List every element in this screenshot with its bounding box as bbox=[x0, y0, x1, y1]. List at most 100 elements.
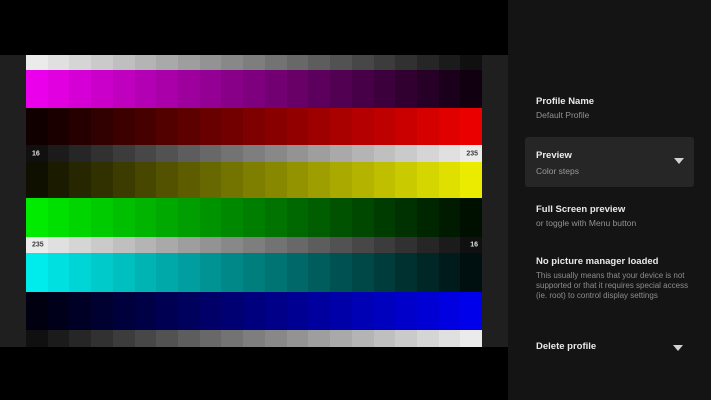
delete-profile-button[interactable]: Delete profile bbox=[536, 341, 596, 352]
color-step bbox=[287, 162, 309, 198]
color-step bbox=[395, 237, 417, 253]
color-steps-pattern: 16235 23516 bbox=[26, 55, 482, 347]
color-step bbox=[26, 198, 48, 237]
color-step bbox=[460, 292, 482, 330]
pattern-value-label: 235 bbox=[466, 150, 478, 157]
color-step bbox=[26, 108, 48, 145]
color-step bbox=[221, 330, 243, 347]
color-step bbox=[178, 237, 200, 253]
color-step bbox=[265, 145, 287, 162]
color-step bbox=[374, 70, 396, 108]
color-step bbox=[221, 253, 243, 292]
color-step bbox=[48, 145, 70, 162]
pattern-row-cyan bbox=[26, 253, 482, 292]
color-step bbox=[221, 55, 243, 70]
color-step bbox=[460, 162, 482, 198]
color-step bbox=[91, 162, 113, 198]
color-step bbox=[243, 237, 265, 253]
color-step bbox=[69, 55, 91, 70]
color-step bbox=[113, 145, 135, 162]
color-step bbox=[374, 292, 396, 330]
chevron-down-icon bbox=[673, 345, 683, 351]
color-step bbox=[287, 55, 309, 70]
color-step bbox=[308, 108, 330, 145]
fullscreen-preview-button[interactable]: Full Screen preview bbox=[536, 204, 625, 215]
color-step bbox=[26, 292, 48, 330]
color-step bbox=[352, 162, 374, 198]
color-step bbox=[374, 145, 396, 162]
profile-name-label[interactable]: Profile Name bbox=[536, 96, 594, 107]
color-step bbox=[352, 253, 374, 292]
color-step bbox=[221, 198, 243, 237]
color-step bbox=[352, 55, 374, 70]
color-step bbox=[439, 55, 461, 70]
chevron-down-icon bbox=[674, 158, 684, 164]
color-step bbox=[243, 70, 265, 108]
color-step bbox=[439, 198, 461, 237]
color-step bbox=[69, 162, 91, 198]
color-step bbox=[69, 253, 91, 292]
color-step bbox=[330, 145, 352, 162]
no-picture-manager-description: This usually means that your device is n… bbox=[536, 271, 689, 301]
color-step bbox=[243, 145, 265, 162]
fullscreen-preview-hint: or toggle with Menu button bbox=[536, 218, 636, 228]
color-step bbox=[374, 162, 396, 198]
color-step bbox=[395, 292, 417, 330]
color-step bbox=[48, 330, 70, 347]
preview-dropdown[interactable]: Preview Color steps bbox=[525, 137, 694, 187]
color-step bbox=[439, 145, 461, 162]
color-step bbox=[200, 237, 222, 253]
color-step bbox=[352, 70, 374, 108]
screen: 1623523516 Profile Name Default Profile … bbox=[0, 0, 711, 400]
color-step bbox=[330, 237, 352, 253]
color-step bbox=[417, 198, 439, 237]
color-step bbox=[374, 198, 396, 237]
color-step bbox=[156, 237, 178, 253]
pattern-row-gray: 16235 bbox=[26, 145, 482, 162]
color-step bbox=[135, 198, 157, 237]
color-step bbox=[243, 292, 265, 330]
color-step bbox=[156, 145, 178, 162]
color-step bbox=[374, 55, 396, 70]
color-step bbox=[287, 292, 309, 330]
color-step bbox=[156, 70, 178, 108]
color-step bbox=[395, 145, 417, 162]
pattern-row-gray: 23516 bbox=[26, 237, 482, 253]
color-step bbox=[265, 55, 287, 70]
pattern-row-blue bbox=[26, 292, 482, 330]
color-step bbox=[439, 292, 461, 330]
color-step bbox=[135, 330, 157, 347]
color-step bbox=[374, 108, 396, 145]
no-picture-manager-title: No picture manager loaded bbox=[536, 256, 658, 267]
color-step bbox=[417, 55, 439, 70]
color-step bbox=[330, 55, 352, 70]
color-step bbox=[308, 198, 330, 237]
color-step bbox=[200, 108, 222, 145]
color-step bbox=[287, 145, 309, 162]
color-step bbox=[439, 253, 461, 292]
color-step bbox=[200, 292, 222, 330]
color-step bbox=[308, 55, 330, 70]
color-step bbox=[417, 108, 439, 145]
color-step bbox=[374, 237, 396, 253]
color-step bbox=[113, 292, 135, 330]
color-step bbox=[91, 70, 113, 108]
color-step bbox=[417, 237, 439, 253]
color-step bbox=[460, 330, 482, 347]
color-step bbox=[135, 292, 157, 330]
color-step bbox=[178, 145, 200, 162]
pattern-row-red bbox=[26, 108, 482, 145]
color-step bbox=[439, 70, 461, 108]
color-step bbox=[135, 108, 157, 145]
color-step bbox=[91, 330, 113, 347]
color-step bbox=[200, 253, 222, 292]
color-step bbox=[113, 55, 135, 70]
color-step bbox=[308, 330, 330, 347]
color-step bbox=[178, 108, 200, 145]
color-step bbox=[352, 330, 374, 347]
color-step bbox=[374, 253, 396, 292]
color-step bbox=[330, 253, 352, 292]
color-step bbox=[178, 292, 200, 330]
color-step bbox=[178, 253, 200, 292]
color-step bbox=[178, 198, 200, 237]
